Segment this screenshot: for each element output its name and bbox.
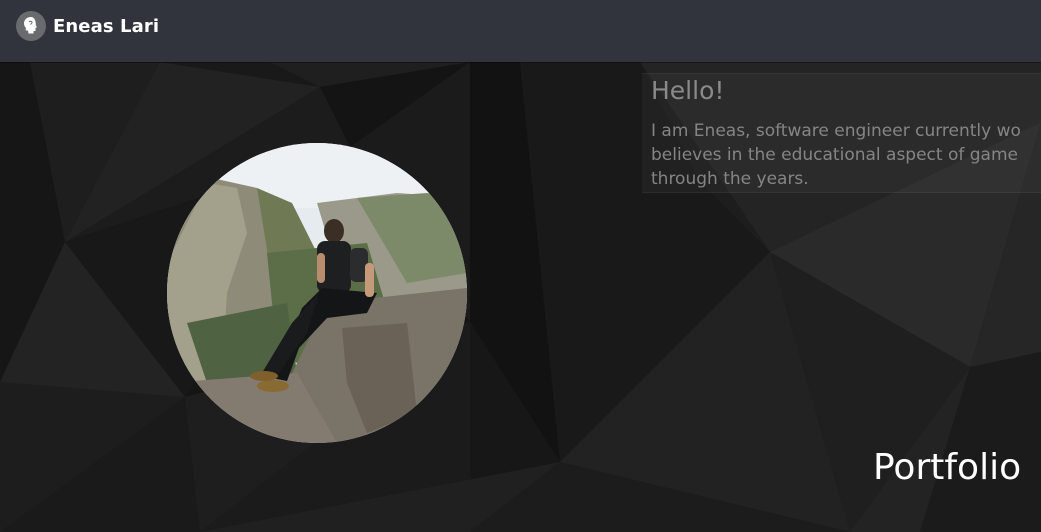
about-box: Hello! I am Eneas, software engineer cur…: [642, 73, 1041, 193]
about-text-line: I am Eneas, software engineer currently …: [651, 121, 1021, 141]
hero-section: Hello! I am Eneas, software engineer cur…: [0, 62, 1041, 532]
navbar: Eneas Lari: [0, 0, 1041, 62]
about-text-line: believes in the educational aspect of ga…: [651, 145, 1018, 165]
brand-link[interactable]: Eneas Lari: [16, 11, 159, 41]
about-title: Hello!: [651, 76, 725, 105]
avatar: [167, 143, 467, 443]
about-text-line: through the years.: [651, 169, 809, 189]
profile-photo: [167, 143, 467, 443]
brand-name: Eneas Lari: [53, 15, 160, 37]
portfolio-heading: Portfolio: [873, 447, 1022, 488]
head-silhouette-icon: [16, 11, 46, 41]
